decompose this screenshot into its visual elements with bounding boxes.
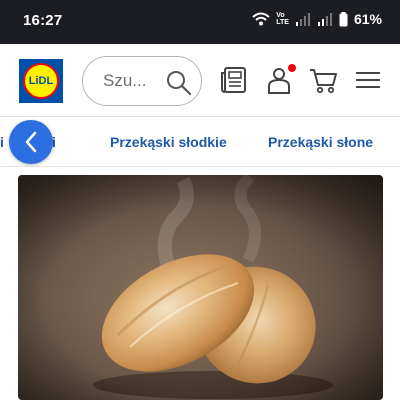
status-icons: Vo LTE 61% xyxy=(252,11,382,27)
scroll-back-button[interactable] xyxy=(9,120,53,164)
volte-top: Vo xyxy=(276,12,285,19)
bread-roll-photo[interactable] xyxy=(18,175,383,400)
logo-circle: LiDL xyxy=(23,63,59,99)
status-bar: 16:27 Vo LTE 61% xyxy=(0,0,400,44)
category-sweet-snacks[interactable]: Przekąski słodkie xyxy=(110,134,227,150)
signal-icon-2 xyxy=(317,13,332,26)
category-salty-snacks[interactable]: Przekąski słone xyxy=(268,134,373,150)
lidl-logo[interactable]: LiDL xyxy=(19,59,63,103)
status-time: 16:27 xyxy=(23,12,63,29)
volte-bottom: LTE xyxy=(276,19,289,26)
wifi-icon xyxy=(252,12,270,26)
battery-icon xyxy=(339,11,348,26)
leaflet-icon[interactable] xyxy=(220,66,248,94)
signal-icon xyxy=(295,13,310,26)
volte-indicator: Vo LTE xyxy=(276,12,289,26)
search-box[interactable] xyxy=(82,56,202,106)
notification-dot xyxy=(288,64,296,72)
search-icon[interactable] xyxy=(165,69,193,97)
cart-icon[interactable] xyxy=(308,66,338,94)
battery-percentage: 61% xyxy=(353,11,382,27)
category-bar: i i Przekąski słodkie Przekąski słone xyxy=(0,117,400,167)
bread-rolls-image xyxy=(18,175,383,400)
category-partial-left[interactable]: i xyxy=(0,134,4,150)
search-input[interactable] xyxy=(103,71,163,91)
app-header: LiDL xyxy=(0,44,400,117)
menu-icon[interactable] xyxy=(354,70,382,90)
logo-text: LiDL xyxy=(28,75,54,87)
chevron-left-icon xyxy=(25,131,37,153)
main-content xyxy=(0,167,400,400)
